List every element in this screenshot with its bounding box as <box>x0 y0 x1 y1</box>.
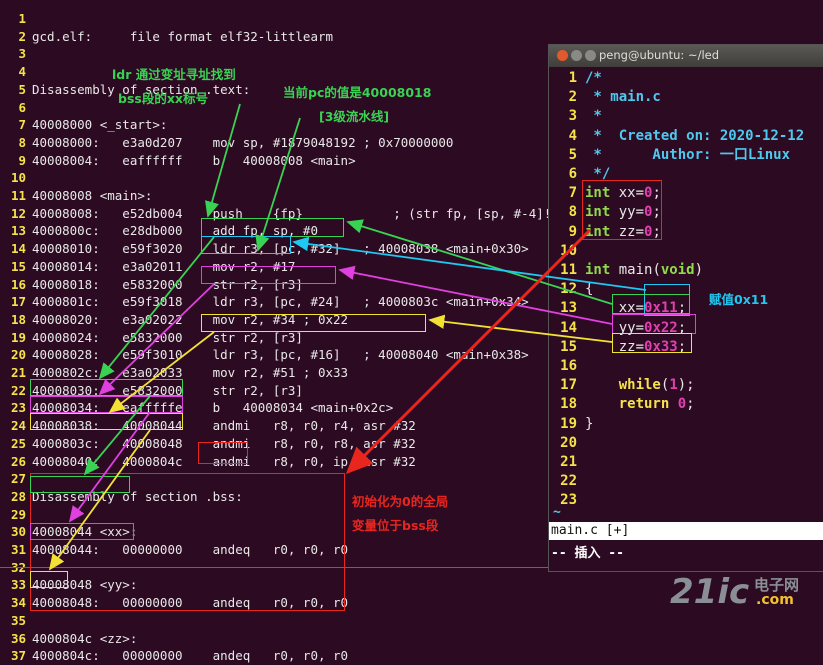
line-number: 37 <box>10 648 26 664</box>
arrow-assign-to-mov <box>292 236 647 291</box>
arrow-to-xx <box>83 395 151 476</box>
arrow-ldr-to-40008038 <box>98 236 215 380</box>
arrow-ldr-to-4000803c <box>98 283 215 396</box>
arrow-zz-to-ldr <box>428 314 613 343</box>
watermark-logo: 21ic 电子网 .com <box>670 570 820 614</box>
line-text: 4000804c <zz>: <box>32 630 138 646</box>
logo-domain-text: .com <box>756 592 794 608</box>
arrow-yy-to-ldr <box>338 265 613 325</box>
arrow-pc-note <box>255 117 301 252</box>
arrow-xx-to-ldr <box>346 219 613 305</box>
annotation-arrows <box>48 103 647 571</box>
logo-main-text: 21ic <box>670 572 750 612</box>
listing-line: 37 4000804c: 00000000 andeq r0, r0, r0 <box>0 647 348 665</box>
arrow-ldr-to-40008040 <box>108 331 215 414</box>
listing-line: 36 4000804c <zz>: <box>0 630 137 648</box>
arrow-ldr-note <box>205 103 241 218</box>
line-text: 4000804c: 00000000 andeq r0, r0, r0 <box>32 648 349 664</box>
arrow-to-zz <box>48 429 151 571</box>
arrow-to-yy <box>68 411 151 523</box>
line-number: 36 <box>10 630 26 646</box>
